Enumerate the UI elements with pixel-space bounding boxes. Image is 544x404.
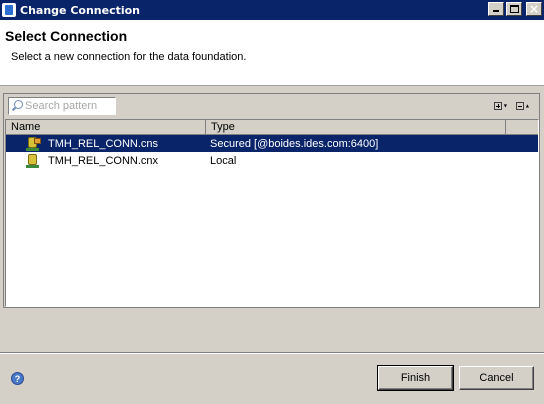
maximize-icon [510,5,519,13]
table-row[interactable]: TMH_REL_CONN.cnx Local [6,152,538,169]
connection-name: TMH_REL_CONN.cns [48,137,159,150]
collapse-all-icon[interactable]: ▴ [516,100,534,112]
connection-table: Name Type TMH_REL_CONN.cns Secured [@boi… [5,119,539,307]
title-bar: Change Connection × [0,0,544,20]
search-box[interactable] [8,97,116,115]
minimize-button[interactable] [488,2,504,16]
cancel-button[interactable]: Cancel [459,366,534,390]
row-name-cell: TMH_REL_CONN.cns [6,136,206,151]
search-icon [11,100,23,112]
help-icon[interactable]: ? [11,372,24,385]
connection-type: Secured [@boides.ides.com:6400] [210,137,379,150]
footer-separator [0,352,544,354]
maximize-button[interactable] [506,2,522,16]
page-description: Select a new connection for the data fou… [11,51,247,63]
page-title: Select Connection [5,28,128,44]
row-name-cell: TMH_REL_CONN.cnx [6,153,206,168]
connection-name: TMH_REL_CONN.cnx [48,154,159,167]
column-header-type[interactable]: Type [206,120,506,135]
window-controls: × [488,2,542,16]
close-icon: × [528,2,540,16]
column-header-filler [506,120,538,135]
window-title: Change Connection [20,3,141,17]
table-row[interactable]: TMH_REL_CONN.cns Secured [@boides.ides.c… [6,135,538,152]
expand-all-icon[interactable]: ▾ [494,100,512,112]
connection-panel: ▾ ▴ Name Type TMH_REL_CONN.cns Secured [… [3,93,540,308]
app-icon [2,3,16,17]
column-header-name[interactable]: Name [6,120,206,135]
connection-type: Local [210,154,237,167]
local-connection-icon [26,153,42,168]
search-input[interactable] [25,100,115,112]
dialog-header: Select Connection Select a new connectio… [0,20,544,86]
finish-button[interactable]: Finish [377,365,454,391]
table-header: Name Type [6,120,538,135]
secured-connection-icon [26,136,42,151]
close-button[interactable]: × [526,2,542,16]
minimize-icon [493,10,499,12]
